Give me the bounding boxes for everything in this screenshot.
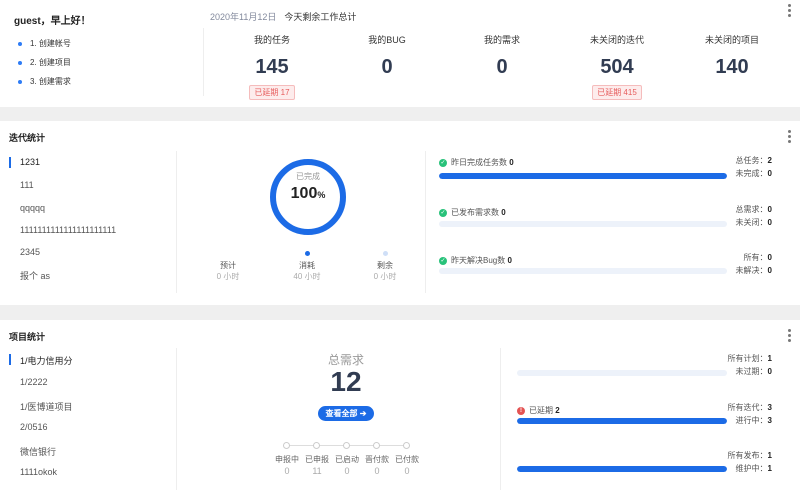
timeline-label: 消耗 — [299, 261, 315, 270]
progress-remaining: 未关闭：0 — [735, 218, 772, 227]
iteration-list-item[interactable]: 1231 — [20, 157, 40, 167]
ring-percent: 100% — [290, 185, 326, 202]
more-menu-icon[interactable] — [788, 4, 791, 19]
timeline-dot — [305, 251, 310, 256]
timeline-value: 0 小时 — [216, 272, 240, 281]
divider — [500, 348, 501, 490]
stage-dot — [313, 442, 320, 449]
stage-value: 0 — [344, 466, 350, 476]
stat-my-tasks[interactable]: 我的任务 145 已延期 17 — [217, 33, 327, 100]
release-total: 所有发布：1 — [727, 451, 772, 460]
todo-item[interactable]: 2. 创建项目 — [18, 57, 71, 68]
progress-total: 所有：0 — [743, 253, 772, 262]
total-stories-value: 12 — [330, 366, 362, 397]
stage-value: 0 — [284, 466, 290, 476]
stage-value: 0 — [374, 466, 380, 476]
bullet-icon — [18, 41, 22, 46]
alert-circle-icon: ! — [517, 406, 525, 415]
progress-remaining: 未解决：0 — [735, 266, 772, 275]
progress-label: ✓ 昨天解决Bug数 0 — [439, 256, 512, 265]
project-stats-panel: 项目统计 1/电力信用分 1/2222 1/医博道项目 2/0516 微信银行 … — [0, 320, 800, 490]
more-menu-icon[interactable] — [788, 329, 791, 344]
welcome-panel: guest，早上好！ 1. 创建帐号 2. 创建项目 3. 创建需求 2020年… — [0, 0, 800, 107]
stage-label: 晋付款 — [365, 455, 389, 464]
divider — [176, 151, 177, 293]
summary-title: 今天剩余工作总计 — [284, 12, 357, 22]
overdue-badge: 已延期 17 — [249, 85, 295, 100]
overdue-label: ! 已延期 2 — [517, 405, 560, 416]
timeline-value: 40 小时 — [293, 272, 321, 281]
stage-dot — [343, 442, 350, 449]
bullet-icon — [18, 79, 22, 84]
iteration-stats-panel: 迭代统计 1231 111 qqqqq 11111111111111111111… — [0, 121, 800, 305]
project-list-item[interactable]: 微信银行 — [20, 445, 56, 458]
todo-item[interactable]: 3. 创建需求 — [18, 76, 71, 87]
stat-my-stories[interactable]: 我的需求 0 — [447, 33, 557, 79]
timeline-dot — [383, 251, 388, 256]
iteration-list-item[interactable]: 111 — [20, 180, 34, 190]
iteration-list-item[interactable]: 1111111111111111111111 — [20, 225, 116, 235]
iteration-list-item[interactable]: 报个 as — [20, 269, 50, 282]
stage-label: 已付款 — [395, 455, 419, 464]
todo-item[interactable]: 1. 创建帐号 — [18, 38, 71, 49]
project-list-item[interactable]: 1/2222 — [20, 377, 48, 387]
stat-my-bugs[interactable]: 我的BUG 0 — [332, 33, 442, 79]
greeting: guest，早上好！ — [14, 16, 91, 27]
check-circle-icon: ✓ — [439, 256, 447, 265]
active-indicator — [9, 157, 11, 168]
stat-open-iterations[interactable]: 未关闭的迭代 504 已延期 415 — [562, 33, 672, 100]
project-list-item[interactable]: 1/医博道项目 — [20, 400, 73, 413]
stage-dot — [283, 442, 290, 449]
check-circle-icon: ✓ — [439, 208, 447, 217]
timeline-label: 剩余 — [377, 261, 393, 270]
stage-label: 已启动 — [335, 455, 359, 464]
project-list-item[interactable]: 1111okok — [20, 467, 57, 477]
iteration-in-progress: 进行中：3 — [735, 416, 772, 425]
stage-label: 申报中 — [275, 455, 299, 464]
plan-unexpired: 未过期：0 — [735, 367, 772, 376]
more-menu-icon[interactable] — [788, 130, 791, 145]
stage-label: 已申报 — [305, 455, 329, 464]
check-circle-icon: ✓ — [439, 158, 447, 167]
iteration-list-item[interactable]: 2345 — [20, 247, 40, 257]
progress-total: 总任务：2 — [735, 156, 772, 165]
plan-total: 所有计划：1 — [727, 354, 772, 363]
progress-label: ✓ 昨日完成任务数 0 — [439, 158, 514, 167]
panel-title: 迭代统计 — [9, 133, 46, 143]
stat-open-projects[interactable]: 未关闭的项目 140 — [677, 33, 787, 79]
project-list-item[interactable]: 1/电力信用分 — [20, 354, 73, 367]
project-list-item[interactable]: 2/0516 — [20, 422, 48, 432]
overdue-badge: 已延期 415 — [592, 85, 642, 100]
stage-dot — [403, 442, 410, 449]
arrow-right-icon: ➔ — [359, 409, 367, 418]
divider — [176, 348, 177, 490]
release-maintaining: 维护中：1 — [735, 464, 772, 473]
progress-label: ✓ 已发布需求数 0 — [439, 208, 506, 217]
summary-date: 2020年11月12日 今天剩余工作总计 — [210, 12, 357, 22]
stage-dot — [373, 442, 380, 449]
bullet-icon — [18, 60, 22, 65]
panel-title: 项目统计 — [9, 332, 46, 342]
view-all-button[interactable]: 查看全部 ➔ — [318, 406, 374, 421]
divider — [425, 151, 426, 293]
stage-value: 11 — [312, 466, 322, 476]
ring-label: 已完成 — [296, 172, 320, 181]
timeline-label: 预计 — [220, 261, 236, 270]
iteration-list-item[interactable]: qqqqq — [20, 203, 45, 213]
timeline-value: 0 小时 — [373, 272, 397, 281]
progress-total: 总需求：0 — [735, 205, 772, 214]
divider — [203, 28, 204, 96]
active-indicator — [9, 354, 11, 365]
stage-value: 0 — [404, 466, 410, 476]
progress-remaining: 未完成：0 — [735, 169, 772, 178]
iteration-total: 所有迭代：3 — [727, 403, 772, 412]
